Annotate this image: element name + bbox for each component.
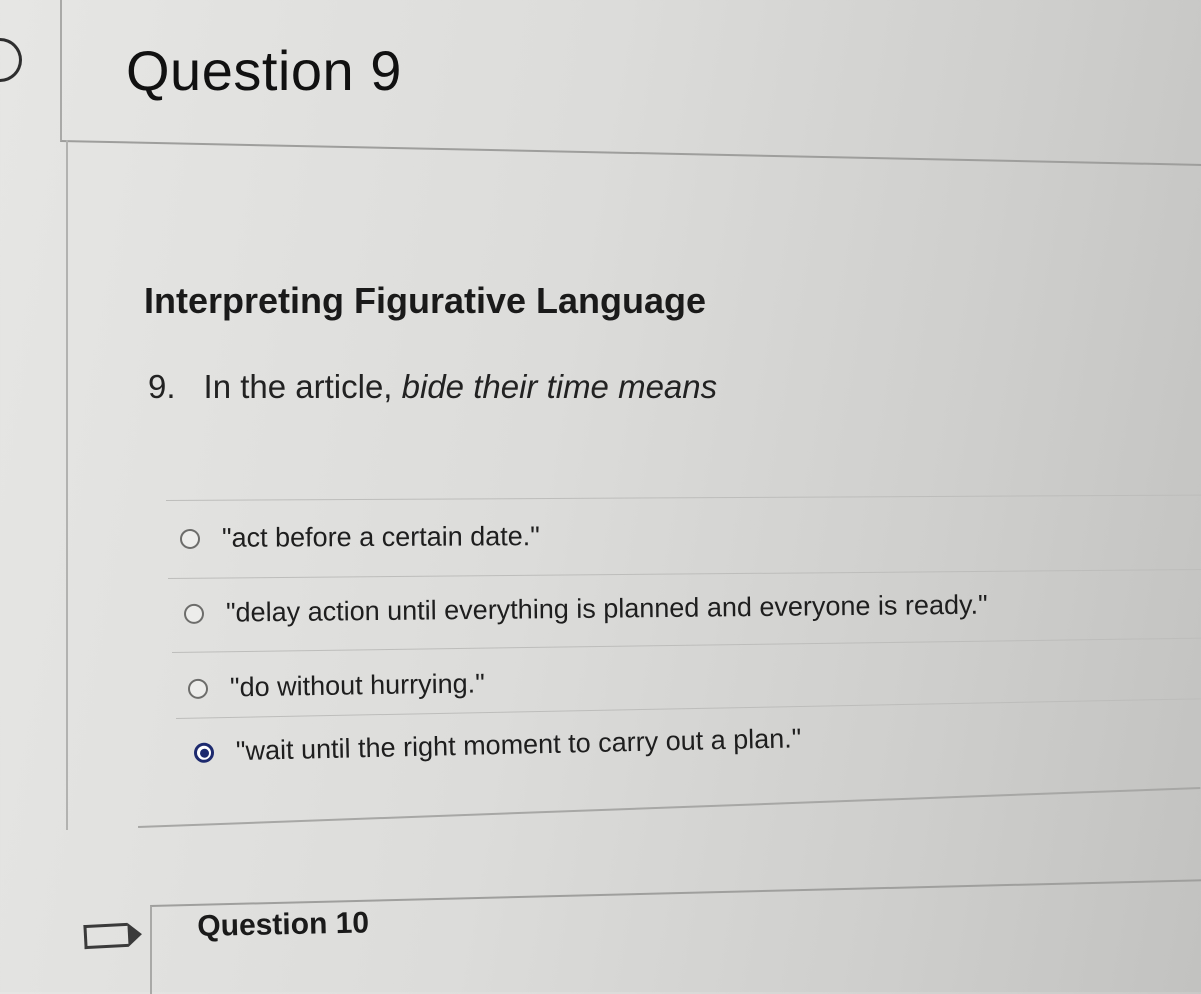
section-title: Interpreting Figurative Language: [144, 280, 707, 321]
answer-option[interactable]: "act before a certain date.": [179, 521, 540, 554]
radio-button[interactable]: [187, 678, 209, 699]
question-number: 9.: [148, 368, 176, 405]
question-title: Question 10: [197, 906, 370, 943]
answer-label: "act before a certain date.": [221, 521, 540, 553]
question-emphasis: bide their time means: [401, 368, 718, 405]
radio-button[interactable]: [179, 528, 201, 549]
radio-button-selected[interactable]: [193, 742, 215, 763]
question-prompt: 9. In the article, bide their time means: [148, 368, 717, 406]
question-prefix: In the article,: [203, 368, 402, 405]
flag-icon[interactable]: [83, 922, 129, 950]
answer-option[interactable]: "do without hurrying.": [187, 668, 486, 704]
radio-button[interactable]: [183, 603, 205, 624]
flag-icon[interactable]: [0, 38, 22, 82]
answer-label: "do without hurrying.": [229, 668, 486, 703]
question-title: Question 9: [126, 39, 402, 102]
